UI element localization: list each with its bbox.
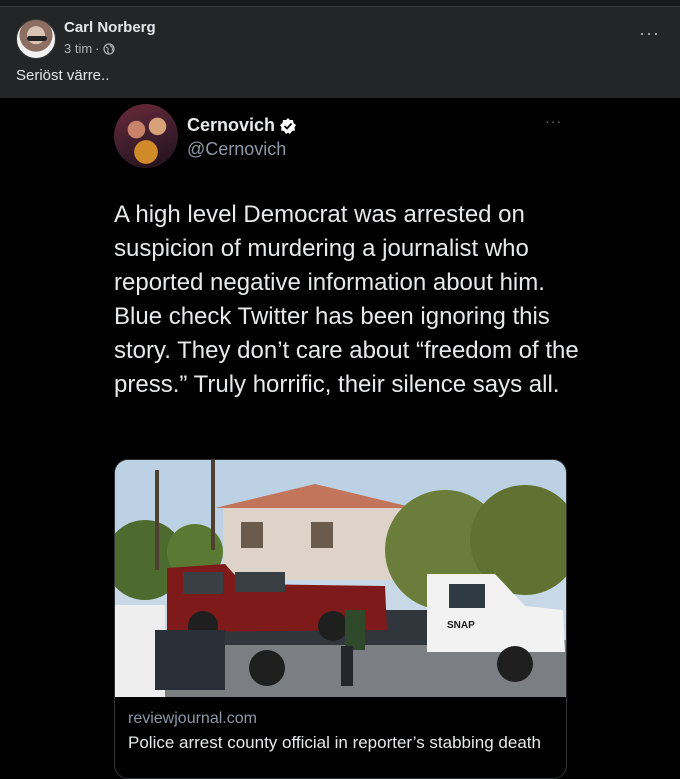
tweet-author-handle: @Cernovich [187, 139, 287, 159]
post-time[interactable]: 3 tim [64, 41, 92, 56]
tweet-author-name: Cernovich [187, 115, 297, 136]
author-name[interactable]: Carl Norberg [64, 19, 156, 36]
tweet-author-name-text: Cernovich [187, 115, 276, 135]
facebook-post-header: Carl Norberg 3 tim · ··· Seriöst värre.. [0, 6, 680, 98]
truck-logo-text: SNAP [447, 620, 475, 631]
post-options-button[interactable]: ··· [639, 23, 660, 44]
link-preview-card: SNAP reviewjournal.com Police arrest cou… [114, 459, 567, 779]
card-domain: reviewjournal.com [128, 710, 257, 727]
tweet-more-icon: ··· [545, 113, 562, 129]
post-meta: 3 tim · [64, 41, 115, 56]
author-avatar[interactable] [16, 19, 56, 59]
card-title: Police arrest county official in reporte… [128, 733, 541, 752]
meta-separator: · [95, 41, 100, 56]
globe-icon[interactable] [102, 42, 115, 55]
post-text: Seriöst värre.. [16, 67, 110, 84]
tweet-text: A high level Democrat was arrested on su… [114, 201, 579, 398]
card-photo: SNAP [115, 460, 566, 697]
avatar-glasses [27, 36, 47, 41]
verified-badge-icon [280, 117, 297, 134]
tweet-author-avatar [114, 104, 178, 168]
